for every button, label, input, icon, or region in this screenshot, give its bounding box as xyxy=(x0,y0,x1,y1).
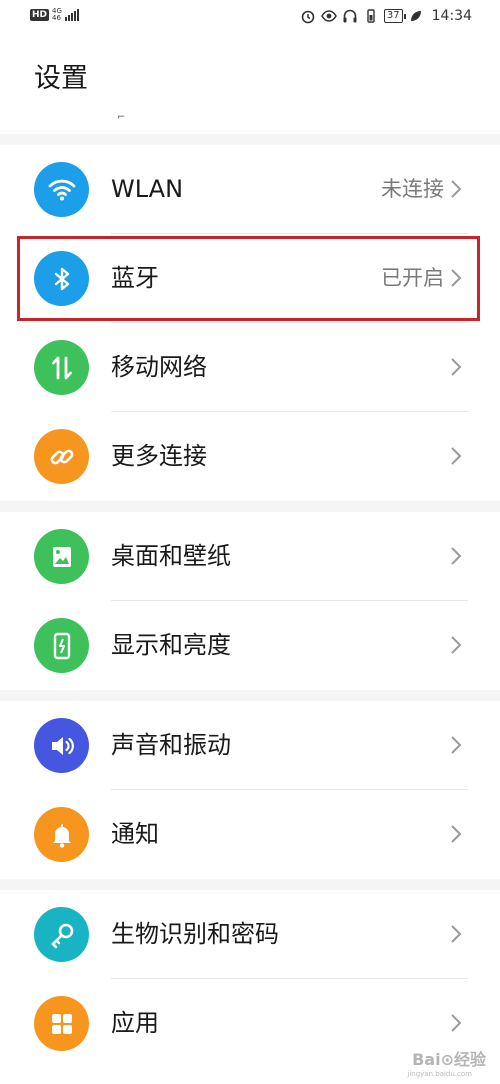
settings-item-label: WLAN xyxy=(111,175,184,203)
settings-item-label: 显示和亮度 xyxy=(111,631,231,659)
settings-item-label: 通知 xyxy=(111,820,159,848)
network-type: 4G 46 xyxy=(52,8,62,22)
chevron-right-icon xyxy=(451,925,462,943)
settings-item-label: 声音和振动 xyxy=(111,731,231,759)
settings-item-status: 未连接 xyxy=(381,177,444,201)
settings-item-label: 桌面和壁纸 xyxy=(111,542,231,570)
settings-item-more-connections[interactable]: 更多连接 xyxy=(0,412,500,501)
search-peek-glyph: ⌐ xyxy=(117,112,126,123)
settings-item-label: 更多连接 xyxy=(111,442,207,470)
settings-group-sound: 声音和振动 通知 xyxy=(0,701,500,879)
bluetooth-highlight-box xyxy=(17,236,480,321)
settings-item-notifications[interactable]: 通知 xyxy=(0,790,500,879)
settings-item-wallpaper[interactable]: 桌面和壁纸 xyxy=(0,512,500,601)
page-title: 设置 xyxy=(34,63,88,94)
link-icon xyxy=(34,429,89,484)
settings-header: 设置 ⌐ xyxy=(0,34,500,134)
network-type-bottom: 46 xyxy=(52,14,61,22)
clock-time: 14:34 xyxy=(431,8,472,24)
speaker-icon xyxy=(34,718,89,773)
watermark-url: jingyan.baidu.com xyxy=(407,1070,472,1078)
settings-item-mobile-network[interactable]: 移动网络 xyxy=(0,323,500,412)
settings-item-label: 移动网络 xyxy=(111,353,207,381)
headphones-icon xyxy=(343,9,357,23)
leaf-icon xyxy=(410,11,421,21)
chevron-right-icon xyxy=(451,825,462,843)
status-left: HD 4G 46 xyxy=(30,8,79,22)
settings-group-connectivity: WLAN 未连接 蓝牙 已开启 移动网络 更多连接 xyxy=(0,145,500,501)
battery-saver-icon xyxy=(367,9,375,23)
chevron-right-icon xyxy=(451,358,462,376)
settings-item-display-brightness[interactable]: 显示和亮度 xyxy=(0,601,500,690)
chevron-right-icon xyxy=(451,636,462,654)
settings-item-label: 生物识别和密码 xyxy=(111,920,279,948)
mobile-data-icon xyxy=(34,340,89,395)
status-bar: HD 4G 46 37 14:34 xyxy=(0,0,500,34)
wallpaper-icon xyxy=(34,529,89,584)
settings-item-sound-vibration[interactable]: 声音和振动 xyxy=(0,701,500,790)
watermark-logo: Bai⊙经验 xyxy=(412,1050,486,1069)
settings-item-biometrics-password[interactable]: 生物识别和密码 xyxy=(0,890,500,979)
chevron-right-icon xyxy=(451,547,462,565)
battery-level: 37 xyxy=(383,9,406,23)
settings-item-label: 应用 xyxy=(111,1009,159,1037)
alarm-icon xyxy=(301,10,315,24)
chevron-right-icon xyxy=(451,447,462,465)
apps-grid-icon xyxy=(34,996,89,1051)
display-icon xyxy=(34,618,89,673)
bell-icon xyxy=(34,807,89,862)
key-icon xyxy=(34,907,89,962)
wifi-icon xyxy=(34,162,89,217)
hd-badge: HD xyxy=(30,9,50,21)
eye-comfort-icon xyxy=(321,10,337,22)
settings-group-display: 桌面和壁纸 显示和亮度 xyxy=(0,512,500,690)
chevron-right-icon xyxy=(451,180,462,198)
settings-item-wlan[interactable]: WLAN 未连接 xyxy=(0,145,500,234)
signal-icon xyxy=(64,9,79,21)
chevron-right-icon xyxy=(451,736,462,754)
chevron-right-icon xyxy=(451,1014,462,1032)
status-right: 37 14:34 xyxy=(300,8,472,24)
